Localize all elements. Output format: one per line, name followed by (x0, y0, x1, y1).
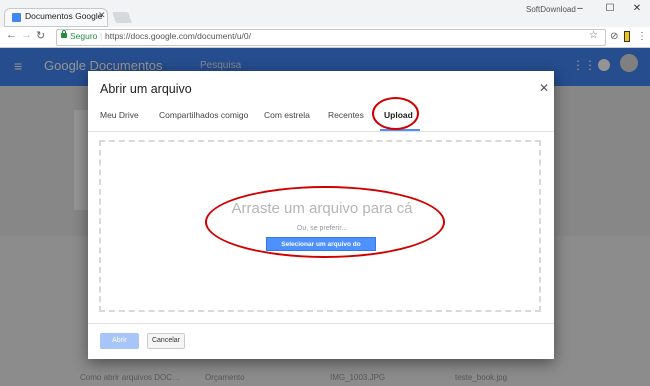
reload-icon[interactable]: ↻ (36, 29, 45, 42)
new-tab-button[interactable] (111, 12, 133, 23)
browser-toolbar: ← → ↻ Seguro | https://docs.google.com/d… (0, 27, 650, 48)
secure-label: Seguro (70, 31, 98, 41)
browser-titlebar: Documentos Google ✕ SoftDownload – ☐ ✕ (0, 0, 650, 27)
close-window-icon[interactable]: ✕ (627, 3, 647, 14)
docs-favicon-icon (12, 13, 21, 22)
menu-icon[interactable]: ⋮ (637, 31, 647, 42)
tab-title: Documentos Google (25, 11, 103, 21)
annotation-ellipse (372, 97, 419, 130)
url-text[interactable]: https://docs.google.com/document/u/0/ (105, 31, 251, 41)
back-icon[interactable]: ← (6, 29, 17, 41)
maximize-icon[interactable]: ☐ (600, 3, 620, 14)
minimize-icon[interactable]: – (570, 3, 590, 14)
tab-recent[interactable]: Recentes (328, 110, 364, 120)
block-extension-icon[interactable]: ⊘ (610, 31, 618, 42)
tab-starred[interactable]: Com estrela (264, 110, 310, 120)
divider: | (100, 31, 103, 41)
annotation-ellipse (205, 186, 445, 258)
lock-icon (61, 30, 67, 38)
address-bar[interactable]: Seguro | https://docs.google.com/documen… (56, 29, 606, 46)
open-button[interactable]: Abrir (100, 333, 139, 349)
brand-label: SoftDownload (526, 5, 576, 14)
extension-icon[interactable] (624, 31, 630, 42)
close-icon[interactable]: ✕ (539, 81, 549, 95)
tab-my-drive[interactable]: Meu Drive (100, 110, 139, 120)
tab-close-icon[interactable]: ✕ (98, 10, 106, 21)
dialog-footer: Abrir Cancelar (88, 323, 554, 360)
dialog-title: Abrir um arquivo (100, 82, 192, 96)
dialog-tabs: Meu Drive Compartilhados comigo Com estr… (88, 101, 554, 132)
bookmark-star-icon[interactable]: ☆ (589, 30, 598, 41)
tab-shared-with-me[interactable]: Compartilhados comigo (159, 110, 248, 120)
browser-tab[interactable]: Documentos Google ✕ (4, 8, 108, 27)
cancel-button[interactable]: Cancelar (147, 333, 185, 349)
forward-icon[interactable]: → (21, 29, 32, 41)
